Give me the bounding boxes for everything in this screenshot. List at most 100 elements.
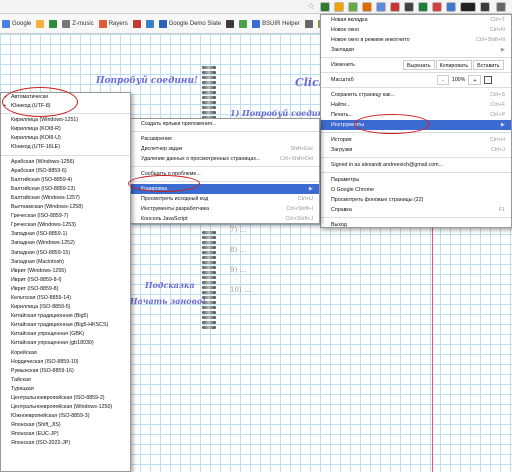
bookmark-label: Google <box>12 20 32 27</box>
extension-icon[interactable] <box>460 2 476 12</box>
chrome-menu-item[interactable]: Найти... Ctrl+F <box>321 100 511 110</box>
extension-icon[interactable] <box>362 2 372 12</box>
copy-button[interactable]: Копировать <box>435 60 473 70</box>
extension-icon[interactable] <box>432 2 442 12</box>
encoding-item[interactable]: Юникод (UTF-16LE) <box>1 143 130 152</box>
chrome-menu-item[interactable]: Новая вкладка Ctrl+T <box>321 15 511 25</box>
encoding-item[interactable]: Балтийская (ISO-8859-13) <box>1 185 130 194</box>
encoding-item[interactable]: Иврит (ISO-8859-8-I) <box>1 276 130 285</box>
encoding-item[interactable]: Кириллица (KOI8-R) <box>1 125 130 134</box>
encoding-label: Вьетнамская (Windows-1258) <box>11 204 83 211</box>
extension-icon[interactable] <box>390 2 400 12</box>
encoding-item[interactable]: Центральноевропейская (ISO-8859-2) <box>1 394 130 403</box>
tools-menu-item[interactable]: Создать ярлыки приложения... <box>131 119 319 129</box>
encoding-item[interactable]: Центральноевропейская (Windows-1250) <box>1 403 130 412</box>
bookmark-item[interactable] <box>132 19 141 28</box>
extension-icon[interactable] <box>418 2 428 12</box>
encoding-item[interactable]: Арабская (ISO-8859-6) <box>1 167 130 176</box>
exit-item[interactable]: Выход <box>321 220 511 230</box>
encoding-item[interactable]: Западная (ISO-8859-1) <box>1 230 130 239</box>
chrome-menu-item[interactable]: Загрузки Ctrl+J <box>321 145 511 155</box>
chrome-menu-item[interactable]: Новое окно в режиме инкогнито Ctrl+Shift+… <box>321 35 511 45</box>
encoding-item[interactable]: Греческая (Windows-1253) <box>1 221 130 230</box>
encoding-item[interactable]: Южноевропейская (ISO-8859-3) <box>1 412 130 421</box>
bookmark-item[interactable]: BSUIR Helper <box>252 19 300 28</box>
encoding-item[interactable]: Японская (ISO-2022-JP) <box>1 439 130 448</box>
chrome-menu-item[interactable]: Параметры <box>321 175 511 185</box>
extension-icon[interactable] <box>480 2 490 12</box>
mail-extension-icon[interactable] <box>376 2 386 12</box>
bookmark-item[interactable] <box>145 19 154 28</box>
tools-menu-item[interactable]: Инструменты разработчика Ctrl+Shift+I <box>131 204 319 214</box>
encoding-item[interactable]: Кельтская (ISO-8859-14) <box>1 294 130 303</box>
encoding-item[interactable]: Балтийская (ISO-8859-4) <box>1 176 130 185</box>
encoding-item[interactable]: Китайская традиционная (Big5-HKSCS) <box>1 321 130 330</box>
encoding-item[interactable]: Румынская (ISO-8859-16) <box>1 367 130 376</box>
tools-menu-item[interactable]: Диспетчер задач Shift+Esc <box>131 144 319 154</box>
restart-button[interactable]: Начать заново! <box>130 296 206 306</box>
chrome-menu-item[interactable]: Сохранить страницу как... Ctrl+S <box>321 90 511 100</box>
encoding-item[interactable]: Тайская <box>1 376 130 385</box>
chrome-menu-item[interactable]: История Ctrl+H <box>321 135 511 145</box>
star-icon[interactable]: ☆ <box>307 1 315 12</box>
bookmark-item[interactable]: Rayers <box>98 19 128 28</box>
encoding-item[interactable]: Западная (ISO-8859-15) <box>1 249 130 258</box>
extension-icon[interactable] <box>348 2 358 12</box>
encoding-item[interactable]: Японская (Shift_JIS) <box>1 421 130 430</box>
encoding-item[interactable]: Китайская упрощенная (gb18030) <box>1 339 130 348</box>
extension-icon[interactable] <box>320 2 330 12</box>
tools-menu-item[interactable]: Просмотреть исходный код Ctrl+U <box>131 194 319 204</box>
tools-menu-item[interactable]: Консоль JavaScript Ctrl+Shift+J <box>131 214 319 224</box>
wrench-icon[interactable] <box>496 2 506 12</box>
encoding-item[interactable]: Кириллица (ISO-8859-5) <box>1 303 130 312</box>
cut-button[interactable]: Вырезать <box>403 60 435 70</box>
tools-menu-item[interactable]: Расширения <box>131 134 319 144</box>
extension-icon[interactable] <box>446 2 456 12</box>
encoding-item[interactable]: Вьетнамская (Windows-1258) <box>1 203 130 212</box>
encoding-item[interactable]: Корейская <box>1 349 130 358</box>
encoding-item[interactable]: Балтийская (Windows-1257) <box>1 194 130 203</box>
bookmark-item[interactable] <box>36 19 45 28</box>
encoding-item[interactable]: Кириллица (KOI8-U) <box>1 134 130 143</box>
chrome-menu-label: История <box>331 137 352 143</box>
paste-button[interactable]: Вставить <box>473 60 504 70</box>
bookmark-item[interactable]: Google <box>2 19 32 28</box>
bookmark-favicon-icon <box>98 19 107 28</box>
chrome-menu-item[interactable]: Просмотреть фоновые страницы (22) <box>321 195 511 205</box>
zoom-in-button[interactable]: + <box>468 75 482 85</box>
chrome-menu-item[interactable]: Закладки ▶ <box>321 45 511 55</box>
encoding-item[interactable]: Кириллица (Windows-1251) <box>1 116 130 125</box>
chrome-menu-label: Загрузки <box>331 147 353 153</box>
encoding-item[interactable]: Греческая (ISO-8859-7) <box>1 212 130 221</box>
encoding-item[interactable]: Иврит (ISO-8859-8) <box>1 285 130 294</box>
fullscreen-icon[interactable] <box>484 76 493 84</box>
chevron-right-icon: ▶ <box>500 47 505 53</box>
chrome-menu-item[interactable]: О Google Chrome <box>321 185 511 195</box>
chevron-right-icon: ▶ <box>500 122 505 128</box>
menu-separator <box>1 154 130 156</box>
bookmark-item[interactable] <box>226 19 235 28</box>
encoding-item[interactable]: Нордическая (ISO-8859-10) <box>1 358 130 367</box>
signed-in-item[interactable]: Signed in as alexandr.andreevich@gmail.c… <box>321 160 511 170</box>
encoding-item[interactable]: Западная (Windows-1252) <box>1 239 130 248</box>
hint-button[interactable]: Подсказка <box>145 280 195 290</box>
bookmark-item[interactable] <box>49 19 58 28</box>
encoding-item[interactable]: Западная (Macintosh) <box>1 258 130 267</box>
bookmark-item[interactable] <box>239 19 248 28</box>
bookmark-item[interactable]: Z-music <box>62 19 94 28</box>
tools-menu-item[interactable]: Удаление данных о просмотренных страница… <box>131 154 319 164</box>
encoding-item[interactable]: Японская (EUC-JP) <box>1 430 130 439</box>
encoding-item[interactable]: Арабская (Windows-1256) <box>1 158 130 167</box>
bookmark-item[interactable]: Google Demo Slate <box>158 19 221 28</box>
zoom-out-button[interactable]: - <box>437 75 449 85</box>
extension-icon[interactable] <box>404 2 414 12</box>
encoding-item[interactable]: Турецкая <box>1 385 130 394</box>
extension-icon[interactable] <box>334 2 344 12</box>
encoding-item[interactable]: Китайская упрощенная (GBK) <box>1 330 130 339</box>
task-item: 7) ... <box>230 226 247 234</box>
encoding-item[interactable]: Китайская традиционная (Big5) <box>1 312 130 321</box>
chrome-menu-item[interactable]: Справка F1 <box>321 205 511 215</box>
encoding-item[interactable]: Иврит (Windows-1255) <box>1 267 130 276</box>
bookmark-item[interactable] <box>304 19 313 28</box>
chrome-menu-item[interactable]: Новое окно Ctrl+N <box>321 25 511 35</box>
